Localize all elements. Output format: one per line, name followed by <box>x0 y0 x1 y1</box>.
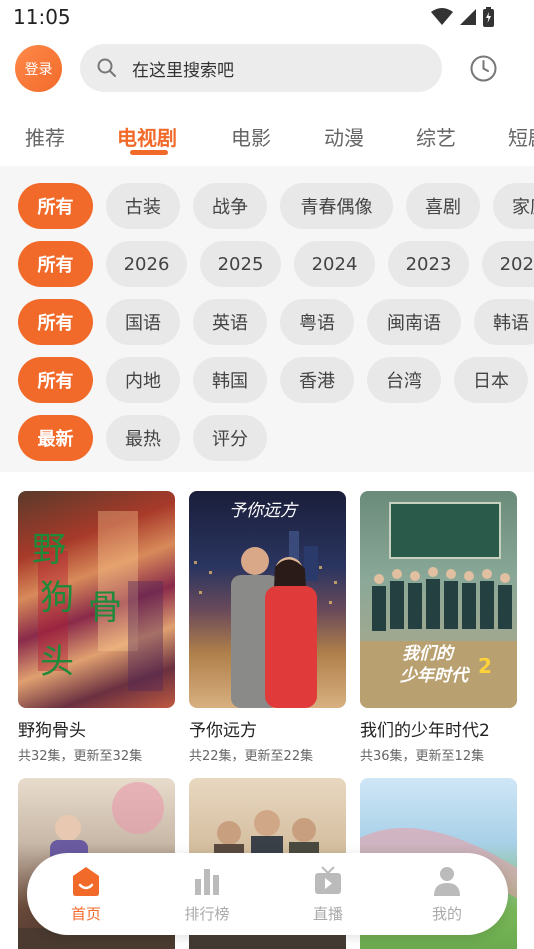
tab-tv-series[interactable]: 电视剧 <box>117 122 177 151</box>
svg-text:头: 头 <box>40 642 74 682</box>
region-chip[interactable]: 韩国 <box>193 357 267 403</box>
card-episodes: 共22集，更新至22集 <box>189 749 314 764</box>
year-chip[interactable]: 2025 <box>200 241 281 287</box>
tab-short-drama[interactable]: 短剧 <box>508 122 534 151</box>
status-time: 11:05 <box>13 5 71 29</box>
svg-text:骨: 骨 <box>88 588 122 628</box>
wifi-icon <box>431 8 453 25</box>
svg-text:少年时代: 少年时代 <box>400 666 471 686</box>
home-icon <box>73 867 99 896</box>
poster-title-text: 我们的 <box>402 644 456 664</box>
status-icons <box>431 7 494 27</box>
card-episodes: 共32集，更新至32集 <box>18 749 143 764</box>
nav-ranking[interactable]: 排行榜 <box>162 853 252 935</box>
drama-card[interactable]: 野 狗 骨 头 野狗骨头 共32集，更新至32集 <box>18 491 175 764</box>
tab-anime[interactable]: 动漫 <box>324 122 364 151</box>
region-filter-row: 所有 内地 韩国 香港 台湾 日本 <box>18 357 528 403</box>
battery-icon <box>483 7 494 27</box>
genre-chip[interactable]: 古装 <box>106 183 180 229</box>
poster-title-text: 野 <box>32 530 66 570</box>
filter-panel: 所有 古装 战争 青春偶像 喜剧 家庭 所有 2026 2025 2024 20… <box>0 166 534 472</box>
tv-icon <box>315 866 341 894</box>
region-chip[interactable]: 台湾 <box>367 357 441 403</box>
poster-image: 予你远方 <box>189 491 346 708</box>
search-icon <box>97 58 116 77</box>
bar-chart-icon <box>195 869 219 895</box>
search-input[interactable]: 在这里搜索吧 <box>80 44 442 92</box>
poster-title-text: 予你远方 <box>229 501 299 521</box>
year-chip[interactable]: 2026 <box>106 241 187 287</box>
region-chip[interactable]: 日本 <box>454 357 528 403</box>
poster-art: 我们的 少年时代 2 <box>360 502 517 708</box>
poster-art: 野 狗 骨 头 <box>32 511 163 691</box>
card-title: 野狗骨头 <box>18 721 86 741</box>
language-chip[interactable]: 粤语 <box>280 299 354 345</box>
sort-chip[interactable]: 最新 <box>18 415 93 461</box>
genre-filter-row: 所有 古装 战争 青春偶像 喜剧 家庭 <box>18 183 534 229</box>
language-chip[interactable]: 国语 <box>106 299 180 345</box>
tab-movie[interactable]: 电影 <box>231 122 271 151</box>
language-chip[interactable]: 英语 <box>193 299 267 345</box>
nav-label: 直播 <box>312 905 343 923</box>
drama-card[interactable]: 予你远方 予你远方 共22集，更新至22集 <box>189 491 346 764</box>
year-chip[interactable]: 2022 <box>482 241 534 287</box>
language-filter-row: 所有 国语 英语 粤语 闽南语 韩语 <box>18 299 534 345</box>
year-chip[interactable]: 2023 <box>388 241 469 287</box>
poster-image: 我们的 少年时代 2 <box>360 491 517 708</box>
nav-label: 排行榜 <box>184 905 230 923</box>
card-title: 我们的少年时代2 <box>360 721 490 741</box>
signal-icon <box>460 9 476 25</box>
tab-recommend[interactable]: 推荐 <box>25 122 65 151</box>
year-chip[interactable]: 2024 <box>294 241 375 287</box>
year-filter-row: 所有 2026 2025 2024 2023 2022 <box>18 241 534 287</box>
genre-chip[interactable]: 所有 <box>18 183 93 229</box>
year-chip[interactable]: 所有 <box>18 241 93 287</box>
user-icon <box>434 867 460 896</box>
poster-image: 野 狗 骨 头 <box>18 491 175 708</box>
language-chip[interactable]: 所有 <box>18 299 93 345</box>
sort-chip[interactable]: 评分 <box>193 415 267 461</box>
nav-label: 首页 <box>70 905 101 923</box>
active-tab-indicator <box>130 150 168 155</box>
language-chip[interactable]: 韩语 <box>474 299 534 345</box>
region-chip[interactable]: 香港 <box>280 357 354 403</box>
search-placeholder: 在这里搜索吧 <box>132 60 234 81</box>
status-bar: 11:05 <box>0 0 534 34</box>
header: 登录 在这里搜索吧 <box>0 34 534 104</box>
genre-chip[interactable]: 喜剧 <box>406 183 480 229</box>
sort-filter-row: 最新 最热 评分 <box>18 415 267 461</box>
genre-chip[interactable]: 青春偶像 <box>280 183 393 229</box>
category-tabs: 推荐 电视剧 电影 动漫 综艺 短剧 <box>0 104 534 164</box>
svg-text:2: 2 <box>478 654 492 678</box>
nav-live[interactable]: 直播 <box>283 853 373 935</box>
nav-label: 我的 <box>431 905 462 923</box>
bottom-nav: 首页 排行榜 直播 我的 <box>27 853 508 935</box>
genre-chip[interactable]: 家庭 <box>493 183 534 229</box>
login-button[interactable]: 登录 <box>15 45 62 92</box>
tab-variety[interactable]: 综艺 <box>416 122 456 151</box>
language-chip[interactable]: 闽南语 <box>367 299 461 345</box>
region-chip[interactable]: 内地 <box>106 357 180 403</box>
drama-card[interactable]: 我们的 少年时代 2 我们的少年时代2 共36集，更新至12集 <box>360 491 517 764</box>
genre-chip[interactable]: 战争 <box>193 183 267 229</box>
history-icon[interactable] <box>470 55 497 82</box>
svg-text:狗: 狗 <box>40 578 74 618</box>
nav-profile[interactable]: 我的 <box>402 853 492 935</box>
card-episodes: 共36集，更新至12集 <box>360 749 485 764</box>
nav-home[interactable]: 首页 <box>41 853 131 935</box>
sort-chip[interactable]: 最热 <box>106 415 180 461</box>
poster-art: 予你远方 <box>194 501 337 708</box>
card-title: 予你远方 <box>189 721 257 741</box>
region-chip[interactable]: 所有 <box>18 357 93 403</box>
